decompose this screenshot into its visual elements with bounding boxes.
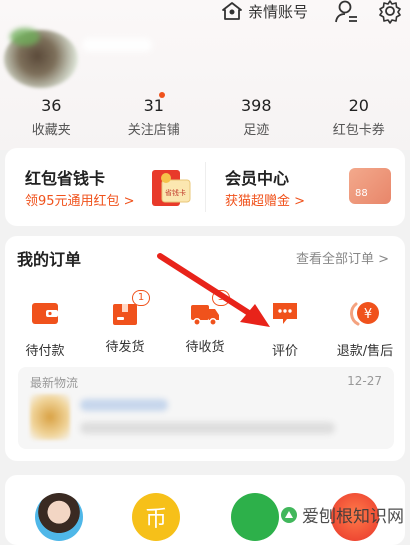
order-pending-receipt[interactable]: 3 待收货: [165, 296, 245, 356]
coin-icon: 币: [132, 493, 180, 541]
member-center-title: 会员中心: [225, 165, 289, 189]
user-settings-icon[interactable]: [334, 0, 360, 26]
orders-card: 我的订单 查看全部订单 > 待付款 1 待发货: [5, 236, 405, 461]
logistics-date: 12-27: [347, 374, 382, 388]
house-icon: [222, 2, 242, 20]
stats-bar: 36 收藏夹 31 关注店铺 398 足迹 20 红包卡券: [0, 96, 410, 140]
refund-icon: ¥: [350, 298, 380, 328]
savings-card-subtitle: 领95元通用红包 >: [25, 190, 135, 209]
order-review[interactable]: 评价: [245, 296, 325, 356]
order-label: 退款/售后: [325, 340, 405, 359]
savings-card-title: 红包省钱卡: [25, 165, 105, 189]
savings-card-entry[interactable]: 红包省钱卡 领95元通用红包 > 省钱卡: [5, 148, 205, 226]
wallet-icon: [30, 298, 60, 328]
logistics-title: 最新物流: [30, 374, 78, 391]
watermark-text: 爱刨根知识网: [302, 502, 404, 527]
stat-followed-shops[interactable]: 31 关注店铺: [103, 96, 206, 140]
watermark: 爱刨根知识网: [280, 502, 404, 527]
order-pending-payment[interactable]: 待付款: [5, 296, 85, 356]
member-card-icon: 88: [349, 168, 391, 204]
member-card-text: 88: [355, 188, 368, 199]
latest-logistics-panel[interactable]: 最新物流 12-27: [18, 367, 394, 449]
user-name: [82, 38, 152, 52]
avatar-service-icon[interactable]: [35, 493, 83, 541]
order-label: 评价: [245, 340, 325, 359]
stat-label: 收藏夹: [0, 119, 103, 138]
svg-text:¥: ¥: [364, 307, 372, 322]
gear-icon[interactable]: [377, 0, 403, 26]
stat-value: 36: [0, 96, 103, 116]
logistics-detail: [80, 422, 335, 434]
stat-value: 398: [205, 96, 308, 116]
svg-text:币: 币: [145, 507, 167, 532]
logistics-status: [80, 399, 168, 411]
promo-card: 红包省钱卡 领95元通用红包 > 省钱卡 会员中心 获猫超赠金 > 88: [5, 148, 405, 226]
family-account-label: 亲情账号: [248, 1, 308, 22]
watermark-logo-icon: [280, 506, 298, 524]
red-envelope-icon: 省钱卡: [150, 162, 192, 210]
comment-icon: [270, 298, 300, 328]
order-badge: 3: [212, 290, 230, 306]
member-center-subtitle: 获猫超赠金 >: [225, 190, 305, 209]
avatar[interactable]: [4, 30, 78, 88]
stat-label: 足迹: [205, 119, 308, 138]
order-label: 待发货: [85, 336, 165, 355]
orders-title: 我的订单: [17, 246, 81, 270]
stat-favorites[interactable]: 36 收藏夹: [0, 96, 103, 140]
stat-value: 31: [103, 96, 206, 116]
stat-label: 红包卡券: [308, 119, 410, 138]
stat-value: 20: [308, 96, 410, 116]
member-center-entry[interactable]: 会员中心 获猫超赠金 > 88: [205, 148, 405, 226]
notification-dot: [159, 92, 165, 98]
stat-coupons[interactable]: 20 红包卡券: [308, 96, 410, 140]
order-refund[interactable]: ¥ 退款/售后: [325, 296, 405, 356]
stat-footprints[interactable]: 398 足迹: [205, 96, 308, 140]
order-label: 待收货: [165, 336, 245, 355]
view-all-orders-link[interactable]: 查看全部订单 >: [296, 248, 389, 267]
order-label: 待付款: [5, 340, 85, 359]
coin-service-icon[interactable]: 币: [132, 493, 180, 541]
stat-label: 关注店铺: [103, 119, 206, 138]
family-account-link[interactable]: 亲情账号: [222, 0, 308, 22]
order-badge: 1: [132, 290, 150, 306]
farm-service-icon[interactable]: [231, 493, 279, 541]
order-status-row: 待付款 1 待发货 3: [5, 296, 405, 356]
savings-card-text: 省钱卡: [165, 188, 186, 197]
order-pending-shipment[interactable]: 1 待发货: [85, 296, 165, 356]
product-thumbnail: [30, 394, 70, 440]
